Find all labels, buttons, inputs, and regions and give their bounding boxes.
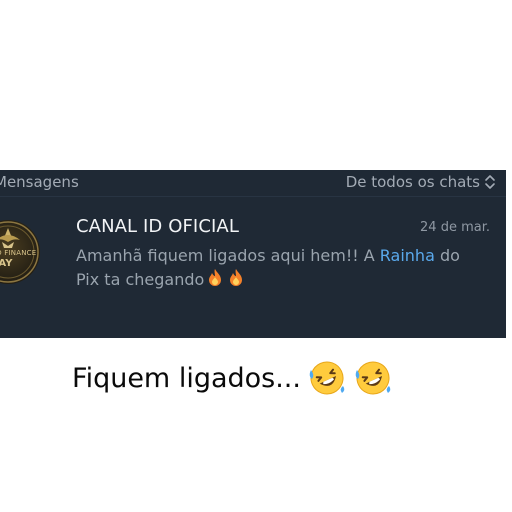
avatar-text-pay: PAY	[0, 258, 13, 269]
messages-header: Mensagens De todos os chats	[0, 170, 506, 197]
filter-label: De todos os chats	[345, 173, 480, 191]
fire-emoji	[205, 268, 225, 295]
chat-date: 24 de mar.	[420, 220, 490, 235]
caption: Fiquem ligados...	[72, 358, 393, 398]
chat-preview: Amanhã fiquem ligados aqui hem!! A Rainh…	[76, 244, 486, 295]
rolling-on-floor-laughing-emoji	[353, 358, 393, 398]
caption-text: Fiquem ligados...	[72, 362, 301, 394]
fire-emoji	[226, 268, 246, 295]
chat-name: CANAL ID OFICIAL	[76, 216, 239, 237]
chevron-up-down-icon	[484, 174, 496, 190]
avatar-text: ID FINANCE	[0, 249, 37, 257]
section-title: Mensagens	[0, 173, 79, 191]
chat-filter-dropdown[interactable]: De todos os chats	[346, 173, 496, 191]
screenshot-stage: Mensagens De todos os chats FINANCE AY C…	[0, 0, 512, 512]
rolling-on-floor-laughing-emoji	[307, 358, 347, 398]
messages-panel: Mensagens De todos os chats FINANCE AY C…	[0, 170, 506, 338]
preview-highlight-link[interactable]: Rainha	[380, 246, 435, 265]
chat-list-item[interactable]: ID FINANCE PAY CANAL ID OFICIAL 24 de ma…	[0, 197, 506, 338]
avatar: ID FINANCE PAY	[0, 220, 40, 284]
preview-text-start: Amanhã fiquem ligados aqui hem!! A	[76, 246, 380, 265]
